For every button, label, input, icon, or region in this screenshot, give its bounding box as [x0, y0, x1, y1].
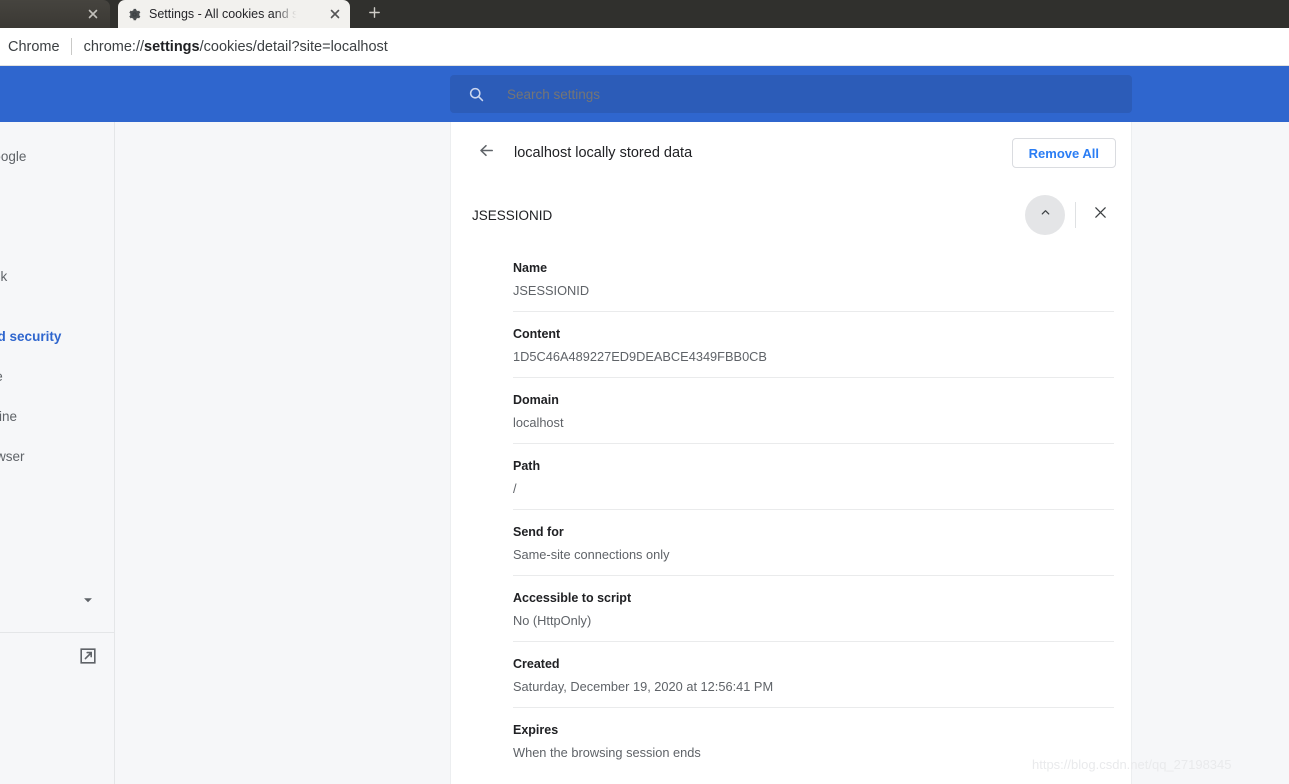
- field-created: Created Saturday, December 19, 2020 at 1…: [513, 642, 1114, 708]
- sidebar-item-appearance[interactable]: Appearance: [0, 369, 110, 384]
- action-divider: [1075, 202, 1076, 228]
- field-value: When the browsing session ends: [513, 745, 701, 760]
- sidebar-expand-button[interactable]: [81, 593, 95, 610]
- field-path: Path /: [513, 444, 1114, 510]
- field-label: Domain: [513, 393, 559, 407]
- field-expires: Expires When the browsing session ends: [513, 708, 1114, 773]
- settings-page: You and Google Autofill Safety check Pri…: [0, 66, 1289, 784]
- field-label: Name: [513, 261, 548, 275]
- chevron-down-icon: [81, 595, 95, 610]
- cookie-detail-card: localhost locally stored data Remove All…: [450, 122, 1132, 784]
- collapse-button[interactable]: [1025, 195, 1065, 235]
- url-host: settings: [144, 38, 200, 55]
- cookie-entry-header: JSESSIONID: [451, 184, 1133, 246]
- field-value: Same-site connections only: [513, 547, 670, 562]
- browser-window: Settings - All cookies and s Chrome chro…: [0, 0, 1289, 784]
- tab-close-icon[interactable]: [328, 7, 342, 21]
- browser-tab-2[interactable]: Settings - All cookies and s: [118, 0, 350, 28]
- cookie-name-label: JSESSIONID: [472, 207, 553, 223]
- sidebar-item-you-and-google[interactable]: You and Google: [0, 149, 110, 164]
- field-accessible-to-script: Accessible to script No (HttpOnly): [513, 576, 1114, 642]
- field-send-for: Send for Same-site connections only: [513, 510, 1114, 576]
- url-path: /cookies/detail?site=localhost: [199, 38, 388, 55]
- field-value: No (HttpOnly): [513, 613, 592, 628]
- field-value: localhost: [513, 415, 564, 430]
- card-header: localhost locally stored data Remove All: [451, 122, 1133, 184]
- cookie-fields-list: Name JSESSIONID Content 1D5C46A489227ED9…: [513, 246, 1114, 773]
- settings-top-bar: [0, 66, 1289, 122]
- search-settings-box[interactable]: [450, 75, 1132, 113]
- address-bar-url[interactable]: chrome://settings/cookies/detail?site=lo…: [72, 39, 388, 55]
- field-label: Expires: [513, 723, 559, 737]
- sidebar-item-safety-check[interactable]: Safety check: [0, 269, 110, 284]
- tab-close-icon[interactable]: [86, 7, 100, 21]
- field-label: Created: [513, 657, 560, 671]
- sidebar-item-privacy-and-security[interactable]: Privacy and security: [0, 329, 110, 344]
- field-domain: Domain localhost: [513, 378, 1114, 444]
- close-icon: [1092, 204, 1109, 226]
- remove-cookie-button[interactable]: [1084, 199, 1116, 231]
- new-tab-button[interactable]: [360, 4, 388, 26]
- field-label: Path: [513, 459, 541, 473]
- remove-all-button[interactable]: Remove All: [1011, 138, 1116, 168]
- field-label: Accessible to script: [513, 591, 632, 605]
- address-bar[interactable]: Chrome chrome://settings/cookies/detail?…: [0, 28, 1289, 66]
- gear-icon: [128, 8, 141, 21]
- url-prefix: chrome://: [83, 38, 145, 55]
- page-title: localhost locally stored data: [514, 145, 693, 161]
- field-name: Name JSESSIONID: [513, 246, 1114, 312]
- field-value: Saturday, December 19, 2020 at 12:56:41 …: [513, 679, 774, 694]
- sidebar-about-link[interactable]: [78, 646, 98, 669]
- field-label: Content: [513, 327, 561, 341]
- tab-strip: Settings - All cookies and s: [0, 0, 1289, 28]
- field-label: Send for: [513, 525, 564, 539]
- sidebar-divider: [0, 632, 115, 633]
- field-value: /: [513, 481, 517, 496]
- browser-tab-1[interactable]: [0, 0, 110, 28]
- field-content: Content 1D5C46A489227ED9DEABCE4349FBB0CB: [513, 312, 1114, 378]
- settings-sidebar: You and Google Autofill Safety check Pri…: [0, 122, 115, 784]
- chevron-up-icon: [1039, 206, 1052, 224]
- watermark: https://blog.csdn.net/qq_27198345: [1032, 757, 1232, 772]
- sidebar-item-default-browser[interactable]: Default browser: [0, 449, 110, 464]
- search-icon: [468, 86, 485, 103]
- back-button[interactable]: [471, 138, 501, 168]
- field-value: JSESSIONID: [513, 283, 590, 298]
- plus-icon: [367, 5, 382, 25]
- tab-title: Settings - All cookies and s: [149, 7, 299, 21]
- external-link-icon: [78, 648, 98, 669]
- browser-brand-label: Chrome: [8, 38, 60, 55]
- search-input[interactable]: [507, 86, 1067, 102]
- field-value: 1D5C46A489227ED9DEABCE4349FBB0CB: [513, 349, 767, 364]
- arrow-left-icon: [476, 140, 497, 166]
- sidebar-item-autofill[interactable]: Autofill: [0, 209, 110, 224]
- sidebar-item-search-engine[interactable]: Search engine: [0, 409, 110, 424]
